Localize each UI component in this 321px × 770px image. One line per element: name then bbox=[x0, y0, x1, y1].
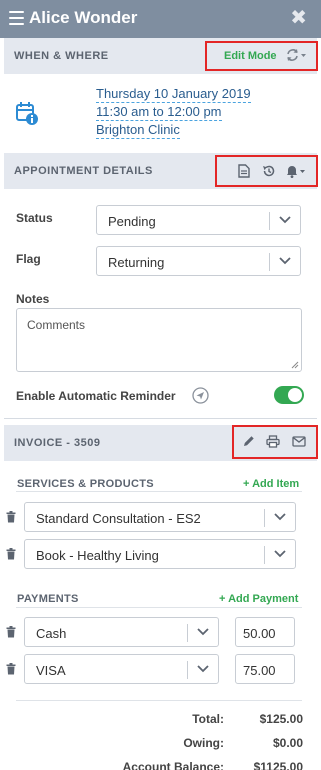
title-bar: Alice Wonder ✖ bbox=[0, 0, 321, 38]
totals-divider bbox=[16, 700, 302, 701]
payment-method-value: VISA bbox=[36, 663, 66, 678]
payment-amount-input[interactable]: 50.00 bbox=[235, 617, 295, 647]
payment-method-select[interactable]: VISA bbox=[24, 654, 219, 684]
select-divider bbox=[264, 509, 265, 527]
notes-placeholder: Comments bbox=[27, 318, 86, 332]
owing-label: Owing: bbox=[183, 736, 224, 750]
print-icon[interactable] bbox=[266, 435, 280, 448]
payments-divider bbox=[16, 607, 302, 608]
pencil-icon[interactable] bbox=[242, 435, 255, 448]
document-icon[interactable] bbox=[238, 164, 250, 178]
reminder-toggle[interactable] bbox=[274, 386, 304, 404]
trash-icon[interactable] bbox=[6, 626, 16, 638]
total-value: $125.00 bbox=[259, 712, 303, 726]
service-item-name: Book - Healthy Living bbox=[36, 548, 159, 563]
payment-amount-value: 50.00 bbox=[243, 626, 276, 641]
trash-icon[interactable] bbox=[6, 548, 16, 560]
service-item-name: Standard Consultation - ES2 bbox=[36, 511, 201, 526]
select-divider bbox=[269, 212, 270, 230]
status-select[interactable]: Pending bbox=[96, 205, 301, 235]
notes-textarea[interactable]: Comments bbox=[16, 308, 302, 372]
patient-name: Alice Wonder bbox=[29, 8, 138, 27]
reminder-label: Enable Automatic Reminder bbox=[16, 389, 176, 403]
select-divider bbox=[187, 661, 188, 679]
close-icon[interactable]: ✖ bbox=[290, 8, 307, 28]
calendar-icon bbox=[16, 102, 38, 125]
select-divider bbox=[187, 624, 188, 642]
appointment-details-label: APPOINTMENT DETAILS bbox=[14, 165, 153, 177]
edit-mode-link[interactable]: Edit Mode bbox=[224, 50, 277, 62]
chevron-down-icon bbox=[197, 628, 209, 636]
flag-label: Flag bbox=[16, 252, 41, 266]
refresh-icon[interactable] bbox=[285, 48, 307, 62]
payment-amount-value: 75.00 bbox=[243, 663, 276, 678]
status-label: Status bbox=[16, 211, 53, 225]
notes-label: Notes bbox=[16, 292, 50, 306]
send-icon bbox=[192, 387, 209, 404]
chevron-down-icon bbox=[274, 550, 286, 558]
chevron-down-icon bbox=[274, 513, 286, 521]
owing-value: $0.00 bbox=[272, 736, 303, 750]
appointment-location[interactable]: Brighton Clinic bbox=[96, 122, 180, 139]
owing-row: Owing: $0.00 bbox=[0, 736, 321, 754]
trash-icon[interactable] bbox=[6, 511, 16, 523]
history-icon[interactable] bbox=[262, 164, 276, 178]
select-divider bbox=[264, 546, 265, 564]
menu-icon[interactable] bbox=[9, 11, 24, 25]
toggle-knob bbox=[288, 388, 302, 402]
select-divider bbox=[269, 253, 270, 271]
account-balance-row: Account Balance: $1125.00 bbox=[0, 760, 321, 770]
account-balance-label: Account Balance: bbox=[122, 760, 224, 770]
section-divider bbox=[4, 418, 317, 419]
payments-label: PAYMENTS bbox=[17, 593, 79, 605]
when-where-label: WHEN & WHERE bbox=[14, 50, 109, 62]
email-icon[interactable] bbox=[292, 436, 306, 447]
add-payment-link[interactable]: + Add Payment bbox=[219, 593, 298, 605]
total-label: Total: bbox=[192, 712, 224, 726]
add-item-link[interactable]: + Add Item bbox=[243, 478, 299, 490]
status-value: Pending bbox=[108, 214, 156, 229]
resize-handle-icon[interactable] bbox=[291, 361, 299, 369]
payment-method-select[interactable]: Cash bbox=[24, 617, 219, 647]
service-item-select[interactable]: Standard Consultation - ES2 bbox=[24, 502, 296, 532]
appointment-date[interactable]: Thursday 10 January 2019 bbox=[96, 86, 251, 103]
payment-method-value: Cash bbox=[36, 626, 67, 641]
chevron-down-icon bbox=[279, 257, 291, 265]
appointment-time[interactable]: 11:30 am to 12:00 pm bbox=[96, 104, 222, 121]
invoice-label: INVOICE - 3509 bbox=[14, 437, 101, 449]
account-balance-value: $1125.00 bbox=[253, 760, 303, 770]
chevron-down-icon bbox=[279, 216, 291, 224]
services-products-label: SERVICES & PRODUCTS bbox=[17, 478, 154, 490]
bell-icon[interactable] bbox=[285, 164, 307, 178]
trash-icon[interactable] bbox=[6, 663, 16, 675]
flag-select[interactable]: Returning bbox=[96, 246, 301, 276]
total-row: Total: $125.00 bbox=[0, 712, 321, 730]
payment-amount-input[interactable]: 75.00 bbox=[235, 654, 295, 684]
service-item-select[interactable]: Book - Healthy Living bbox=[24, 539, 296, 569]
chevron-down-icon bbox=[197, 665, 209, 673]
flag-value: Returning bbox=[108, 255, 165, 270]
services-divider bbox=[16, 491, 302, 492]
